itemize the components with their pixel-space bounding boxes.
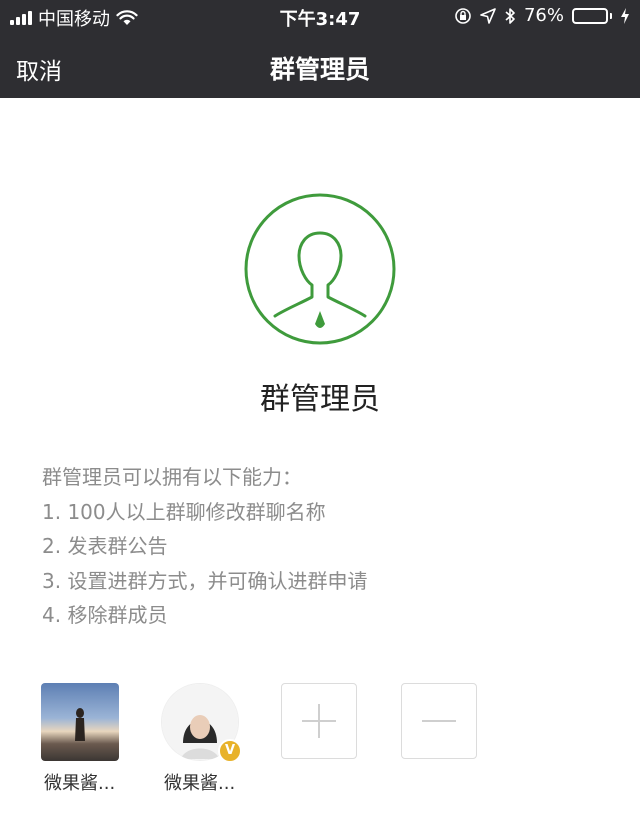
avatar[interactable] [41,683,119,761]
member-name: 微果酱... [44,773,116,794]
rotation-lock-icon [455,7,471,24]
battery-icon [572,7,612,24]
verified-badge: V [218,739,242,763]
charging-bolt-icon [621,7,629,24]
description-heading: 群管理员可以拥有以下能力： [42,465,302,489]
page-title: 群管理员 [260,382,380,417]
ability-item: 3. 设置进群方式，并可确认进群申请 [42,568,368,593]
ability-item: 1. 100人以上群聊修改群聊名称 [42,499,326,524]
status-right: 76% [454,5,630,26]
bluetooth-icon [505,7,515,24]
location-arrow-icon [480,7,496,24]
remove-admin-button[interactable] [401,683,477,759]
member-item[interactable]: 微果酱... [41,683,119,795]
member-name: 微果酱... [164,773,236,794]
battery-percent: 76% [523,5,564,26]
admin-member-list: 微果酱... V 微果酱... [0,683,640,803]
person-silhouette-icon [75,708,85,741]
plus-icon [302,704,336,738]
status-bar: 中国移动 下午3:47 76% [0,0,640,32]
ability-description: 群管理员可以拥有以下能力： 1. 100人以上群聊修改群聊名称 2. 发表群公告… [42,460,367,633]
nav-bar: 取消 群管理员 [0,40,640,94]
ability-item: 4. 移除群成员 [42,603,168,627]
add-admin-button[interactable] [281,683,357,759]
ability-item: 2. 发表群公告 [42,534,168,558]
member-item[interactable]: V 微果酱... [161,683,242,795]
top-bar: 中国移动 下午3:47 76% 取消 群管理员 [0,0,640,98]
minus-icon [422,720,456,722]
admin-person-icon [244,193,396,345]
nav-title: 群管理员 [269,55,370,84]
